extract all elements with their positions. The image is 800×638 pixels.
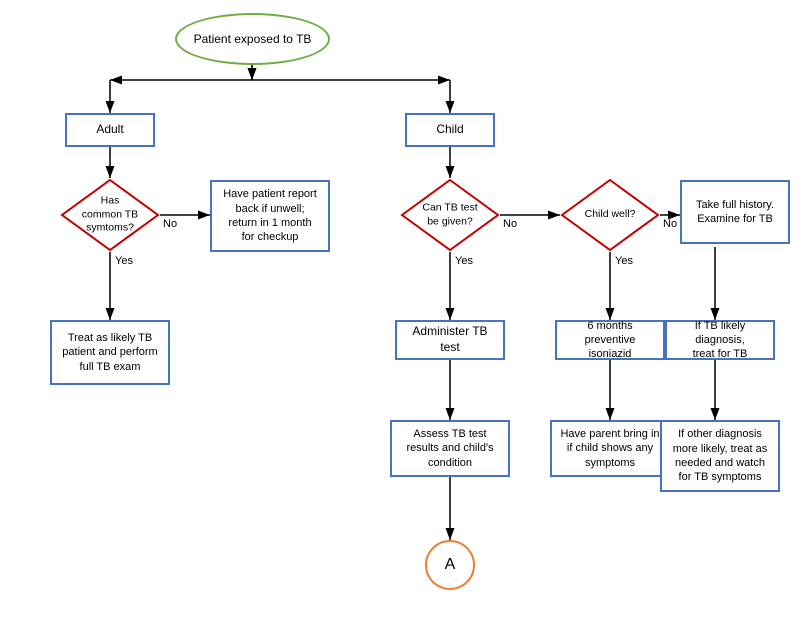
- diamond2-label: Can TB test be given?: [422, 201, 477, 227]
- parent-bring-label: Have parent bring in if child shows any …: [560, 427, 659, 470]
- diamond3-label: Child well?: [585, 208, 636, 220]
- other-diagnosis-node: If other diagnosis more likely, treat as…: [660, 420, 780, 492]
- no3-label: No: [663, 218, 677, 230]
- child-node: Child: [405, 113, 495, 147]
- report-back-node: Have patient report back if unwell; retu…: [210, 180, 330, 252]
- connector-a-label: A: [445, 556, 456, 574]
- child-label: Child: [436, 122, 463, 138]
- yes1-label: Yes: [115, 255, 133, 267]
- yes3-label: Yes: [615, 255, 633, 267]
- diamond2-node: Can TB test be given?: [400, 178, 500, 252]
- administer-label: Administer TB test: [403, 324, 497, 355]
- diamond3-node: Child well?: [560, 178, 660, 252]
- adult-node: Adult: [65, 113, 155, 147]
- parent-bring-node: Have parent bring in if child shows any …: [550, 420, 670, 477]
- start-node: Patient exposed to TB: [175, 13, 330, 65]
- if-tb-likely-node: If TB likely diagnosis, treat for TB: [665, 320, 775, 360]
- preventive-label: 6 months preventive isoniazid: [563, 319, 657, 362]
- connector-a-node: A: [425, 540, 475, 590]
- assess-label: Assess TB test results and child's condi…: [406, 427, 493, 470]
- preventive-node: 6 months preventive isoniazid: [555, 320, 665, 360]
- other-diagnosis-label: If other diagnosis more likely, treat as…: [673, 427, 768, 484]
- full-history-node: Take full history. Examine for TB: [680, 180, 790, 244]
- adult-label: Adult: [96, 122, 123, 138]
- flowchart: Patient exposed to TB Adult Child Has co…: [0, 0, 800, 638]
- no1-label: No: [163, 218, 177, 230]
- yes2-label: Yes: [455, 255, 473, 267]
- full-history-label: Take full history. Examine for TB: [696, 198, 774, 227]
- diamond1-node: Has common TB symtoms?: [60, 178, 160, 252]
- if-tb-likely-label: If TB likely diagnosis, treat for TB: [673, 319, 767, 362]
- no2-label: No: [503, 218, 517, 230]
- report-back-label: Have patient report back if unwell; retu…: [223, 187, 317, 244]
- diamond1-label: Has common TB symtoms?: [82, 195, 138, 234]
- treat-adult-node: Treat as likely TB patient and perform f…: [50, 320, 170, 385]
- assess-node: Assess TB test results and child's condi…: [390, 420, 510, 477]
- start-label: Patient exposed to TB: [194, 32, 312, 46]
- treat-adult-label: Treat as likely TB patient and perform f…: [62, 331, 157, 374]
- administer-node: Administer TB test: [395, 320, 505, 360]
